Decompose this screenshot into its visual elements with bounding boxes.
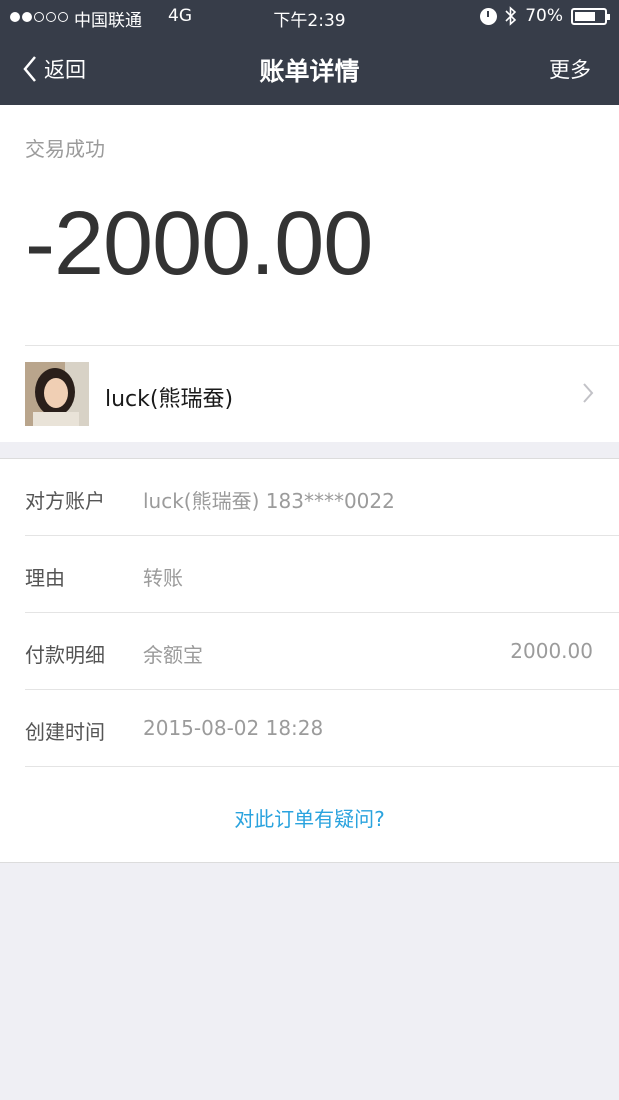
order-question-link[interactable]: 对此订单有疑问? [0,803,619,832]
detail-label: 理由 [25,566,65,590]
bill-detail-screen: 中国联通 4G 下午2:39 70% 返回 账单详情 更多 交易成功 -2000… [0,0,619,1100]
alarm-icon [480,7,498,25]
detail-row-created-time: 创建时间 2015-08-02 18:28 [0,690,619,767]
more-button[interactable]: 更多 [549,54,591,84]
battery-percent: 70% [525,6,563,26]
detail-label: 付款明细 [25,643,105,667]
transaction-status: 交易成功 [25,137,105,161]
nav-bar: 返回 账单详情 更多 [0,34,619,105]
detail-label: 对方账户 [25,489,105,513]
avatar [25,362,89,426]
detail-row-payment: 付款明细 余额宝 2000.00 [0,613,619,690]
details-list: 对方账户 luck(熊瑞蚕) 183****0022 理由 转账 付款明细 余额… [0,458,619,863]
battery-icon [571,7,610,25]
detail-row-reason: 理由 转账 [0,536,619,613]
detail-value: luck(熊瑞蚕) 183****0022 [143,489,395,513]
bluetooth-icon [505,6,517,26]
detail-value: 余额宝 [143,643,203,667]
status-indicators: 70% [480,6,610,26]
chevron-right-icon [583,383,594,403]
counterparty-row[interactable]: luck(熊瑞蚕) [0,346,619,442]
payment-amount: 2000.00 [510,639,593,663]
detail-value: 2015-08-02 18:28 [143,716,324,740]
status-bar: 中国联通 4G 下午2:39 70% [0,0,619,34]
transaction-summary: 交易成功 -2000.00 luck(熊瑞蚕) [0,105,619,442]
counterparty-name: luck(熊瑞蚕) [105,387,234,412]
top-bar: 中国联通 4G 下午2:39 70% 返回 账单详情 更多 [0,0,619,105]
page-title: 账单详情 [259,57,360,86]
transaction-amount: -2000.00 [25,194,373,294]
detail-value: 转账 [143,566,183,590]
battery-fill [575,11,595,21]
detail-label: 创建时间 [25,720,105,744]
detail-row-account: 对方账户 luck(熊瑞蚕) 183****0022 [0,459,619,536]
